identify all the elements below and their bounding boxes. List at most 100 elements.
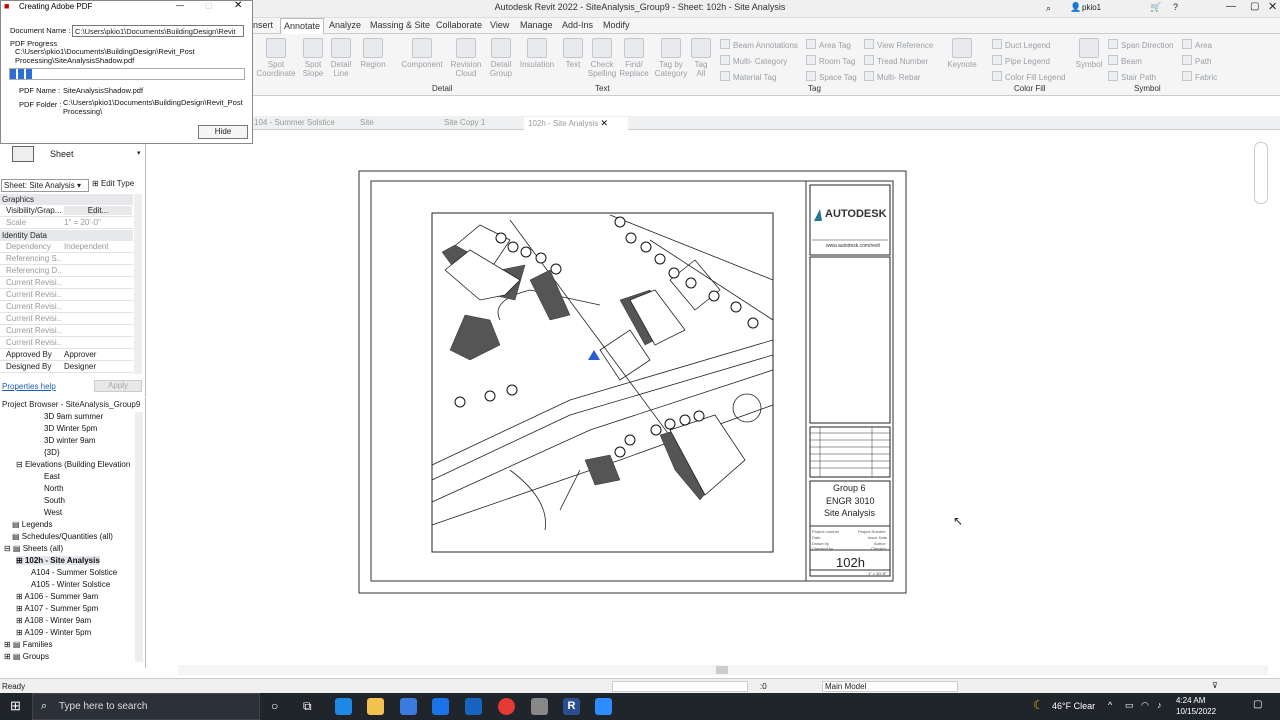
user-name[interactable]: pkio1 bbox=[1082, 3, 1101, 12]
prop-row[interactable]: Current Revisi... bbox=[0, 337, 133, 349]
tab-view-site[interactable]: Site bbox=[356, 117, 378, 130]
cart-icon[interactable]: 🛒 bbox=[1150, 2, 1161, 13]
browser-item[interactable]: A105 - Winter Solstice bbox=[31, 580, 110, 589]
close-icon[interactable]: ✕ bbox=[234, 0, 242, 11]
span-direction-button[interactable]: Span Direction bbox=[1108, 39, 1173, 50]
prop-row[interactable]: Current Revisi... bbox=[0, 301, 133, 313]
browser-item[interactable]: A104 - Summer Solstice bbox=[31, 568, 117, 577]
instance-selector[interactable]: Sheet: Site Analysis ▾ bbox=[1, 179, 89, 192]
detail-line-button[interactable]: Detail Line bbox=[328, 34, 354, 78]
material-tag-button[interactable]: Material Tag bbox=[720, 71, 776, 82]
multi-category-button[interactable]: Multi- Category bbox=[720, 55, 787, 66]
navigation-bar[interactable] bbox=[1254, 142, 1268, 204]
taskbar-search[interactable]: ⌕ Type here to search bbox=[32, 693, 260, 720]
room-tag-button[interactable]: Room Tag bbox=[806, 55, 855, 66]
browser-item-selected[interactable]: ⊞ 102h - Site Analysis bbox=[16, 556, 100, 565]
minimize-icon[interactable]: — bbox=[176, 1, 184, 10]
windows-start-icon[interactable]: ⊞ bbox=[10, 698, 21, 714]
help-icon[interactable]: ? bbox=[1173, 2, 1178, 12]
edit-type-button[interactable]: ⊞ Edit Type bbox=[92, 179, 134, 188]
apply-button[interactable]: Apply bbox=[94, 380, 142, 392]
browser-scrollbar[interactable] bbox=[135, 412, 143, 662]
cortana-icon[interactable]: ○ bbox=[271, 699, 278, 713]
tab-view[interactable]: View bbox=[490, 20, 509, 30]
prop-row[interactable]: Current Revisi... bbox=[0, 289, 133, 301]
browser-item[interactable]: ⊞ ▤ Groups bbox=[4, 652, 49, 661]
tray-chevron-icon[interactable]: ^ bbox=[1108, 700, 1112, 710]
browser-item[interactable]: West bbox=[44, 508, 62, 517]
tag-all-button[interactable]: Tag All bbox=[690, 34, 712, 78]
browser-item[interactable]: 3D Winter 5pm bbox=[44, 424, 97, 433]
prop-row[interactable]: Current Revisi... bbox=[0, 325, 133, 337]
battery-icon[interactable]: ▭ bbox=[1125, 700, 1134, 711]
hide-button[interactable]: Hide bbox=[198, 125, 248, 139]
close-tab-icon[interactable]: ✕ bbox=[601, 118, 609, 128]
area-tag-button[interactable]: Area Tag bbox=[806, 39, 851, 50]
browser-item[interactable]: 3D 9am summer bbox=[44, 412, 103, 421]
horizontal-scrollbar[interactable] bbox=[178, 665, 1268, 675]
component-button[interactable]: Component bbox=[398, 34, 446, 69]
task-view-icon[interactable]: ⧉ bbox=[303, 699, 312, 714]
chevron-down-icon[interactable]: ▾ bbox=[137, 149, 141, 157]
clock-date[interactable]: 10/15/2022 bbox=[1176, 707, 1216, 716]
notifications-icon[interactable]: ▢ bbox=[1253, 699, 1262, 710]
tab-analyze[interactable]: Analyze bbox=[329, 20, 361, 30]
tab-modify[interactable]: Modify bbox=[603, 20, 630, 30]
tab-view-site-copy[interactable]: Site Copy 1 bbox=[440, 117, 489, 130]
browser-item[interactable]: ⊞ ▤ Families bbox=[4, 640, 53, 649]
minimize-icon[interactable]: — bbox=[1226, 1, 1236, 12]
browser-item[interactable]: South bbox=[44, 496, 65, 505]
region-button[interactable]: Region bbox=[356, 34, 390, 69]
browser-item[interactable]: ⊞ A108 - Winter 9am bbox=[16, 616, 91, 625]
tab-add-ins[interactable]: Add-Ins bbox=[562, 20, 593, 30]
fabric-button[interactable]: Fabric bbox=[1182, 71, 1217, 82]
prop-row[interactable]: Current Revisi... bbox=[0, 313, 133, 325]
check-spelling-button[interactable]: Check Spelling bbox=[586, 34, 618, 78]
tab-massing-site[interactable]: Massing & Site bbox=[370, 20, 430, 30]
path-button[interactable]: Path bbox=[1182, 55, 1211, 66]
browser-item[interactable]: ⊞ A106 - Summer 9am bbox=[16, 592, 98, 601]
type-name[interactable]: Sheet bbox=[50, 149, 74, 159]
section-identity[interactable]: Identity Data bbox=[0, 230, 133, 241]
keynote-button[interactable]: Keynote bbox=[944, 34, 980, 69]
tab-view-102h[interactable]: 102h - Site Analysis ✕ bbox=[524, 117, 628, 130]
browser-item[interactable]: ⊟ ▤ Sheets (all) bbox=[4, 544, 63, 553]
prop-row[interactable]: Visibility/Grap... Edit... bbox=[0, 205, 133, 217]
properties-help-link[interactable]: Properties help bbox=[2, 382, 56, 391]
workset-select[interactable] bbox=[612, 681, 748, 692]
clock-time[interactable]: 4:24 AM bbox=[1176, 696, 1205, 705]
properties-scrollbar[interactable] bbox=[134, 194, 142, 374]
tab-annotate[interactable]: Annotate bbox=[280, 18, 325, 34]
browser-item[interactable]: {3D} bbox=[44, 448, 60, 457]
group-tag[interactable]: Tag bbox=[808, 84, 821, 93]
duct-legend-button[interactable]: Duct Legend bbox=[992, 39, 1050, 50]
symbol-button[interactable]: Symbol bbox=[1072, 34, 1106, 69]
spot-slope-button[interactable]: Spot Slope bbox=[298, 34, 328, 78]
network-icon[interactable]: ◠ bbox=[1141, 700, 1149, 711]
space-tag-button[interactable]: Space Tag bbox=[806, 71, 857, 82]
tab-insert[interactable]: nsert bbox=[253, 20, 273, 30]
color-fill-legend-button[interactable]: Color Fill Legend bbox=[992, 71, 1065, 82]
prop-row[interactable]: Referencing D... bbox=[0, 265, 133, 277]
spot-coordinate-button[interactable]: Spot Coordinate bbox=[256, 34, 296, 78]
tag-by-category-button[interactable]: Tag by Category bbox=[652, 34, 690, 78]
text-button[interactable]: Text bbox=[560, 34, 586, 69]
stair-path-button[interactable]: Stair Path bbox=[1108, 71, 1156, 82]
weather-text[interactable]: 46°F Clear bbox=[1052, 701, 1095, 711]
find-replace-button[interactable]: Find/ Replace bbox=[618, 34, 650, 78]
scroll-thumb[interactable] bbox=[716, 666, 728, 674]
filter-icon[interactable]: ⊽ bbox=[1212, 681, 1218, 690]
browser-item[interactable]: East bbox=[44, 472, 60, 481]
multi-rebar-button[interactable]: Multi- Rebar bbox=[864, 71, 921, 82]
edit-button[interactable]: Edit... bbox=[64, 206, 132, 215]
tab-view-104[interactable]: 104 - Summer Solstice bbox=[250, 117, 339, 130]
browser-item[interactable]: 3D winter 9am bbox=[44, 436, 96, 445]
edge-icon[interactable] bbox=[335, 698, 352, 715]
browser-item[interactable]: North bbox=[44, 484, 64, 493]
insulation-button[interactable]: Insulation bbox=[518, 34, 556, 69]
file-explorer-icon[interactable] bbox=[367, 698, 384, 715]
prop-row[interactable]: Dependency Independent bbox=[0, 241, 133, 253]
maximize-icon[interactable]: ▢ bbox=[1250, 1, 1259, 12]
beam-button[interactable]: Beam bbox=[1108, 55, 1142, 66]
design-option-select[interactable]: Main Model bbox=[822, 681, 958, 692]
